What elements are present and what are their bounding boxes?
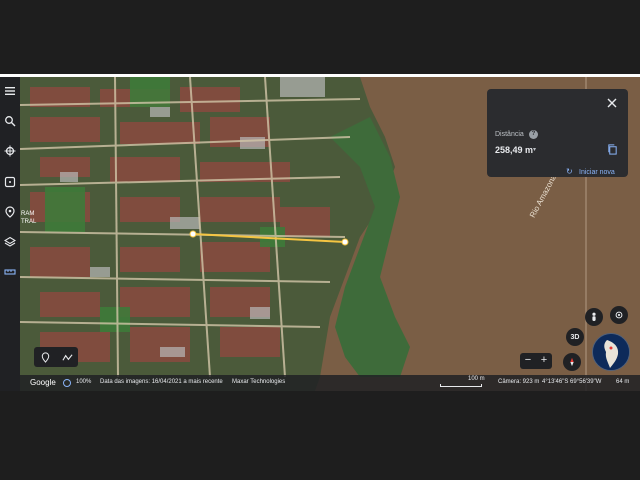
app-frame: Rio Amazonas RAM TRAL Distância ? 258,49… xyxy=(0,0,640,480)
zoom-controls: − + xyxy=(520,353,552,369)
unit-dropdown[interactable]: ▾ xyxy=(533,146,536,153)
scale-label: 100 m xyxy=(468,376,485,382)
distance-label: Distância xyxy=(495,131,524,138)
scale-bar xyxy=(440,384,482,387)
path-line-icon[interactable] xyxy=(61,352,73,363)
city-label-line1: RAM xyxy=(21,211,35,217)
distance-panel: Distância ? 258,49 m ▾ ↻ Iniciar nova xyxy=(487,89,628,177)
google-logo: Google xyxy=(30,378,56,387)
refresh-icon: ↻ xyxy=(566,167,573,176)
point-marker-icon[interactable] xyxy=(40,351,51,363)
location-target-icon xyxy=(615,311,623,319)
ruler-icon[interactable] xyxy=(2,264,18,280)
load-percent: 100% xyxy=(76,379,92,385)
my-location-button[interactable] xyxy=(610,306,628,324)
compass-icon xyxy=(570,357,574,367)
measure-tool-selector xyxy=(34,347,78,367)
globe-icon[interactable] xyxy=(592,333,630,371)
zoom-in-button[interactable]: + xyxy=(536,353,552,369)
zoom-out-button[interactable]: − xyxy=(520,353,536,369)
pegman-icon xyxy=(592,312,596,321)
loading-ring-icon xyxy=(63,379,71,387)
menu-icon[interactable] xyxy=(2,83,18,99)
status-bar: Google 100% Data das imagens: 16/04/2021… xyxy=(20,375,640,391)
toggle-3d-button[interactable]: 3D xyxy=(566,328,584,346)
projects-icon[interactable] xyxy=(2,204,18,220)
city-label: RAM TRAL xyxy=(21,210,36,226)
imagery-provider: Maxar Technologies xyxy=(232,379,286,385)
camera-altitude: Câmera: 923 m xyxy=(498,379,540,385)
measure-start-point xyxy=(189,230,197,238)
map-viewport[interactable]: Rio Amazonas RAM TRAL Distância ? 258,49… xyxy=(0,77,640,391)
distance-value: 258,49 m xyxy=(495,145,534,155)
imagery-date[interactable]: Data das imagens: 16/04/2021 a mais rece… xyxy=(100,379,223,385)
close-icon[interactable] xyxy=(606,97,618,109)
layers-icon[interactable] xyxy=(2,234,18,250)
search-icon[interactable] xyxy=(2,113,18,129)
city-label-line2: TRAL xyxy=(21,219,37,225)
measure-end-point xyxy=(341,238,349,246)
left-toolbar xyxy=(0,77,20,391)
help-icon[interactable]: ? xyxy=(529,130,538,139)
cursor-coordinates: 4°13'46"S 69°56'39"W xyxy=(542,379,602,385)
street-view-pegman-button[interactable] xyxy=(585,308,603,326)
copy-icon[interactable] xyxy=(607,144,618,155)
elevation: 64 m xyxy=(616,379,630,385)
dice-icon[interactable] xyxy=(2,174,18,190)
voyager-icon[interactable] xyxy=(2,143,18,159)
compass-button[interactable] xyxy=(563,353,581,371)
restart-label: Iniciar nova xyxy=(579,169,615,176)
